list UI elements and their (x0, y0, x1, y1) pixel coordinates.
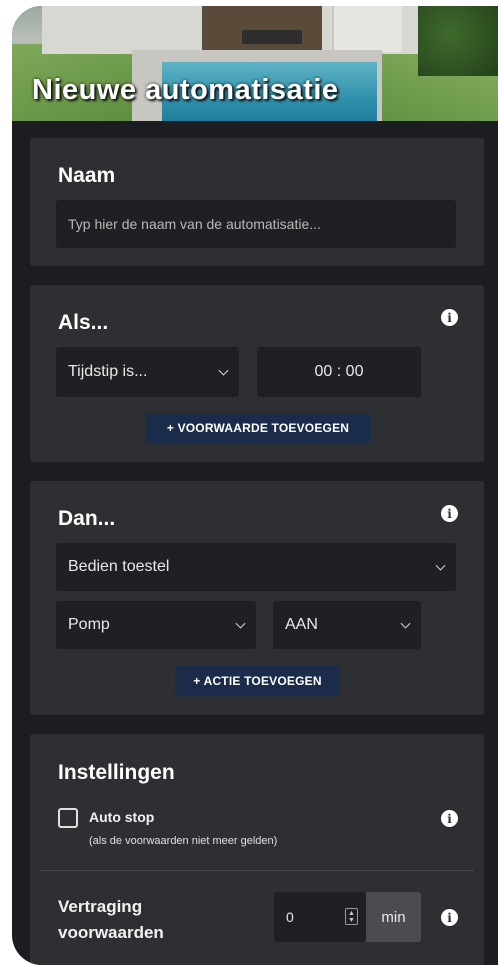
hero-wood-panel (202, 6, 322, 52)
add-condition-button[interactable]: + VOORWAARDE TOEVOEGEN (145, 413, 371, 443)
condition-card-title: Als... (58, 311, 109, 334)
auto-stop-hint: (als de voorwaarden niet meer gelden) (89, 835, 278, 847)
delay-label-line2: voorwaarden (58, 923, 164, 942)
settings-card-title: Instellingen (58, 761, 175, 784)
action-type-select[interactable]: Bedien toestel (56, 543, 456, 591)
add-action-button[interactable]: + ACTIE TOEVOEGEN (175, 666, 340, 696)
hero-furniture (242, 30, 302, 44)
time-value: 00 : 00 (314, 363, 364, 380)
delay-value: 0 (286, 909, 294, 925)
state-select[interactable]: AAN (273, 601, 421, 649)
name-card-title: Naam (58, 164, 116, 187)
name-card: Naam (30, 138, 484, 266)
info-icon[interactable]: i (441, 909, 458, 926)
hero-banner: Nieuwe automatisatie (12, 6, 498, 121)
info-icon[interactable]: i (441, 309, 458, 326)
state-value: AAN (285, 616, 318, 633)
hero-trees (418, 6, 498, 76)
app-screen: Nieuwe automatisatie Naam Als... i Tijds… (12, 6, 498, 965)
page-title: Nieuwe automatisatie (32, 74, 339, 106)
delay-label-line1: Vertraging (58, 897, 143, 916)
delay-input[interactable]: 0 ▲ ▼ (274, 892, 366, 942)
info-icon[interactable]: i (441, 505, 458, 522)
chevron-down-icon (235, 618, 246, 629)
delay-label: Vertraging voorwaarden (58, 894, 164, 946)
delay-unit: min (366, 892, 421, 942)
condition-card: Als... i Tijdstip is... 00 : 00 + VOORWA… (30, 285, 484, 462)
automation-name-input[interactable] (56, 200, 456, 248)
auto-stop-label: Auto stop (89, 809, 155, 825)
hero-door-panel (332, 6, 402, 52)
chevron-down-icon (218, 365, 229, 376)
condition-type-value: Tijdstip is... (68, 363, 148, 380)
auto-stop-checkbox[interactable] (58, 808, 78, 828)
device-value: Pomp (68, 616, 110, 633)
stepper-icon[interactable]: ▲ ▼ (345, 908, 358, 925)
settings-card: Instellingen Auto stop (als de voorwaard… (30, 734, 484, 965)
condition-type-select[interactable]: Tijdstip is... (56, 347, 239, 397)
chevron-down-icon (435, 560, 446, 571)
action-card: Dan... i Bedien toestel Pomp AAN + ACTIE… (30, 481, 484, 715)
chevron-down-icon (400, 618, 411, 629)
action-card-title: Dan... (58, 507, 116, 530)
time-input[interactable]: 00 : 00 (257, 347, 421, 397)
action-type-value: Bedien toestel (68, 558, 170, 575)
device-select[interactable]: Pomp (56, 601, 256, 649)
settings-divider (40, 870, 474, 871)
info-icon[interactable]: i (441, 810, 458, 827)
